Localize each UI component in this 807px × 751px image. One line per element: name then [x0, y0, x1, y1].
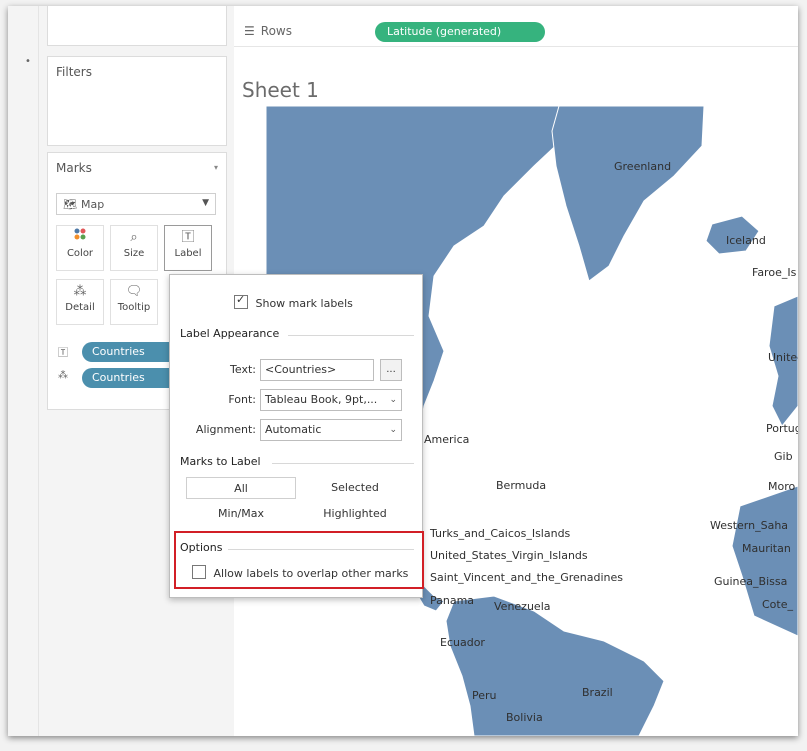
map-label: Greenland [614, 160, 672, 173]
options-highlight-box [174, 531, 424, 589]
map-label: Western_Saha [710, 519, 789, 532]
chevron-down-icon: ⌄ [389, 395, 397, 405]
map-label: Cote_ [762, 598, 793, 611]
show-mark-labels-text: Show mark labels [255, 297, 353, 310]
map-label: Saint_Vincent_and_the_Grenadines [430, 571, 624, 584]
chevron-down-icon: ⌄ [389, 425, 397, 435]
tooltip-button[interactable]: 🗨 Tooltip [110, 279, 158, 325]
data-pane-strip: • [8, 6, 39, 736]
latitude-pill[interactable]: Latitude (generated) [375, 22, 545, 42]
font-value: Tableau Book, 9pt,... [265, 393, 378, 406]
mark-type-value: Map [80, 198, 105, 211]
map-label: Bermuda [496, 479, 547, 492]
filters-card[interactable]: Filters [47, 56, 227, 146]
tableau-window: • Filters Marks ▾ 🗺 Map ▼ Color ⌕ Size 🅃… [8, 6, 798, 736]
rows-shelf-label: ☰ Rows [244, 24, 292, 38]
option-selected[interactable]: Selected [300, 477, 410, 499]
detail-icon: ⁂ [73, 284, 87, 299]
pages-card [47, 6, 227, 46]
map-label: Gib [774, 450, 793, 463]
map-label: Brazil [582, 686, 613, 699]
option-all[interactable]: All [186, 477, 296, 499]
text-edit-button[interactable]: ... [380, 359, 402, 381]
mark-type-dropdown[interactable]: 🗺 Map ▼ [56, 193, 216, 215]
alignment-value: Automatic [265, 423, 322, 436]
map-label: Moro [768, 480, 796, 493]
alignment-label: Alignment: [195, 423, 256, 436]
label-button[interactable]: 🅃 Label [164, 225, 212, 271]
font-dropdown[interactable]: Tableau Book, 9pt,... ⌄ [260, 389, 402, 411]
map-label: Iceland [726, 234, 766, 247]
text-field[interactable]: <Countries> [260, 359, 374, 381]
label-icon: 🅃 [181, 230, 195, 245]
color-label: Color [66, 248, 94, 259]
tooltip-label: Tooltip [117, 302, 151, 313]
africa-shape [731, 485, 798, 637]
map-label: Ecuador [440, 636, 485, 649]
option-highlighted[interactable]: Highlighted [300, 503, 410, 525]
text-label: Text: [230, 363, 256, 376]
option-min-max[interactable]: Min/Max [186, 503, 296, 525]
allow-overlap-checkbox[interactable] [192, 565, 206, 579]
map-label: Bolivia [506, 711, 543, 724]
map-label: America [424, 433, 470, 446]
detail-label: Detail [65, 302, 95, 313]
size-button[interactable]: ⌕ Size [110, 225, 158, 271]
map-label: Faroe_Is [752, 266, 797, 279]
section-divider [272, 463, 414, 464]
label-label: Label [174, 248, 202, 259]
map-label: Portug [766, 422, 798, 435]
show-mark-labels-row[interactable]: Show mark labels [234, 293, 353, 310]
filters-title: Filters [56, 65, 92, 79]
label-appearance-title: Label Appearance [180, 327, 280, 340]
detail-icon: ⁂ [58, 370, 68, 381]
size-label: Size [123, 248, 145, 259]
map-label: Turks_and_Caicos_Islands [430, 527, 571, 540]
section-divider [288, 335, 414, 336]
allow-overlap-row[interactable]: Allow labels to overlap other marks [192, 565, 408, 580]
chevron-down-icon: ▼ [202, 198, 209, 208]
rows-shelf: ☰ Rows Latitude (generated) [234, 6, 798, 47]
alignment-dropdown[interactable]: Automatic ⌄ [260, 419, 402, 441]
marks-to-label-title: Marks to Label [180, 455, 261, 468]
color-button[interactable]: Color [56, 225, 104, 271]
sheet-title[interactable]: Sheet 1 [242, 78, 319, 102]
font-label: Font: [228, 393, 256, 406]
map-label: United_States_Virgin_Islands [430, 549, 588, 562]
greenland-shape [551, 106, 705, 282]
label-options-popup: Show mark labels Label Appearance Text: … [169, 274, 424, 598]
detail-button[interactable]: ⁂ Detail [56, 279, 104, 325]
map-label: Panama [430, 594, 475, 607]
show-mark-labels-checkbox[interactable] [234, 293, 248, 309]
map-label: United [768, 351, 798, 364]
tooltip-icon: 🗨 [125, 284, 143, 299]
pane-dot: • [25, 56, 31, 67]
label-icon: 🅃 [58, 348, 68, 359]
options-title: Options [180, 541, 223, 554]
size-icon: ⌕ [130, 230, 138, 245]
rows-text: Rows [260, 24, 292, 38]
marks-collapse-icon[interactable]: ▾ [214, 163, 218, 172]
color-dots-icon [57, 226, 103, 248]
map-label: Guinea_Bissa [714, 575, 788, 588]
map-label: Peru [472, 689, 497, 702]
south-america-shape [445, 595, 665, 736]
marks-title: Marks [56, 161, 92, 175]
rows-icon: ☰ [244, 24, 255, 38]
section-divider [228, 549, 414, 550]
map-label: Venezuela [494, 600, 551, 613]
map-label: Mauritan [742, 542, 791, 555]
map-mark-icon: 🗺 [63, 198, 77, 211]
allow-overlap-text: Allow labels to overlap other marks [213, 567, 409, 580]
